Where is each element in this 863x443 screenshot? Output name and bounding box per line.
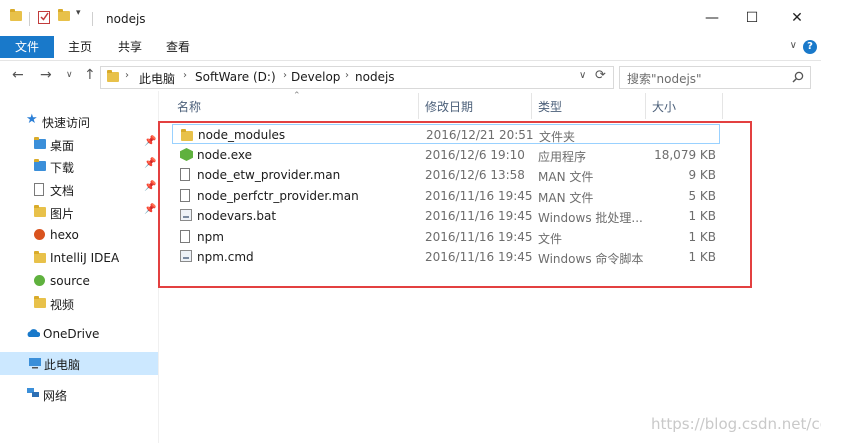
breadcrumb-separator[interactable]: › — [345, 70, 349, 81]
folder-icon — [10, 9, 22, 26]
column-divider[interactable] — [722, 93, 723, 119]
star-icon: ★ — [26, 112, 38, 127]
pin-icon[interactable]: 📌 — [144, 204, 156, 215]
folder-icon — [107, 70, 119, 85]
nav-this-pc[interactable]: 此电脑 — [0, 352, 158, 375]
nav-label: source — [50, 274, 90, 288]
red-highlight-box — [158, 121, 752, 288]
computer-icon — [28, 357, 42, 372]
breadcrumb-develop[interactable]: Develop — [291, 70, 340, 84]
tab-file[interactable]: 文件 — [0, 36, 54, 58]
nav-onedrive[interactable]: OneDrive — [0, 323, 158, 345]
breadcrumb-nodejs[interactable]: nodejs — [355, 70, 395, 84]
breadcrumb-drive[interactable]: SoftWare (D:) — [195, 70, 276, 84]
refresh-icon[interactable]: ⟳ — [595, 68, 606, 83]
customize-toolbar-icon[interactable]: ▾ — [76, 8, 81, 24]
address-bar[interactable]: › 此电脑 › SoftWare (D:) › Develop › nodejs… — [100, 66, 614, 89]
tab-view[interactable]: 查看 — [166, 36, 190, 58]
documents-folder-icon — [34, 183, 44, 199]
downloads-folder-icon — [34, 159, 46, 174]
nav-item-hexo[interactable]: hexo — [0, 224, 158, 246]
explorer-window: ▾ nodejs — ☐ ✕ 文件 主页 共享 查看 ∨ ? ← → ∨ ↑ ›… — [0, 0, 863, 443]
search-placeholder: 搜索"nodejs" — [627, 72, 702, 86]
divider — [29, 12, 30, 26]
recent-locations-button[interactable]: ∨ — [66, 70, 73, 80]
tab-share[interactable]: 共享 — [118, 36, 142, 58]
pin-icon[interactable]: 📌 — [144, 158, 156, 169]
maximize-button[interactable]: ☐ — [737, 7, 767, 29]
source-folder-icon — [34, 275, 45, 289]
nav-label: 网络 — [43, 389, 68, 403]
hexo-folder-icon — [34, 229, 45, 243]
nav-label: hexo — [50, 228, 79, 242]
nav-item-documents[interactable]: 文档 📌 — [0, 178, 158, 200]
column-header-size[interactable]: 大小 — [652, 98, 676, 114]
nav-label: 此电脑 — [44, 358, 81, 372]
column-divider[interactable] — [645, 93, 646, 119]
breadcrumb-separator[interactable]: › — [183, 70, 187, 81]
properties-icon[interactable] — [38, 10, 51, 26]
nav-item-desktop[interactable]: 桌面 📌 — [0, 133, 158, 155]
chevron-down-icon[interactable]: ∨ — [790, 40, 797, 51]
back-button[interactable]: ← — [12, 67, 24, 83]
network-icon — [26, 387, 40, 402]
nav-label: 图片 — [50, 207, 75, 221]
nav-label: OneDrive — [43, 327, 100, 341]
sort-ascending-icon: ⌃ — [293, 91, 301, 101]
nav-label: IntelliJ IDEA — [50, 251, 120, 265]
nav-label: 桌面 — [50, 139, 75, 153]
breadcrumb-separator[interactable]: › — [283, 70, 287, 81]
nav-item-intellij-idea[interactable]: IntelliJ IDEA — [0, 247, 158, 269]
up-button[interactable]: ↑ — [84, 67, 96, 83]
nav-network[interactable]: 网络 — [0, 383, 158, 405]
pictures-folder-icon — [34, 205, 46, 220]
background-margin — [821, 0, 863, 443]
divider — [92, 12, 93, 26]
nav-label: 视频 — [50, 298, 75, 312]
forward-button[interactable]: → — [40, 67, 52, 83]
column-header-date[interactable]: 修改日期 — [425, 98, 473, 114]
navigation-pane: ★ 快速访问 桌面 📌 下载 📌 文档 📌 图片 📌 hexo IntelliJ… — [0, 91, 158, 443]
tab-home[interactable]: 主页 — [68, 36, 92, 58]
minimize-button[interactable]: — — [697, 7, 727, 29]
breadcrumb-separator[interactable]: › — [125, 70, 129, 81]
address-history-dropdown[interactable]: ∨ — [579, 70, 586, 81]
column-header-name[interactable]: 名称 — [177, 98, 201, 114]
nav-item-downloads[interactable]: 下载 📌 — [0, 155, 158, 177]
desktop-folder-icon — [34, 137, 46, 152]
nav-label: 下载 — [50, 161, 75, 175]
close-button[interactable]: ✕ — [782, 7, 812, 29]
column-divider[interactable] — [531, 93, 532, 119]
nav-label: 快速访问 — [42, 116, 91, 130]
nav-item-pictures[interactable]: 图片 📌 — [0, 201, 158, 223]
title-bar: ▾ nodejs — ☐ ✕ — [0, 0, 821, 36]
help-icon[interactable]: ? — [803, 40, 817, 54]
folder-icon — [34, 251, 46, 266]
column-header-type[interactable]: 类型 — [538, 98, 562, 114]
nav-item-videos[interactable]: 视频 — [0, 292, 158, 314]
pin-icon[interactable]: 📌 — [144, 136, 156, 147]
breadcrumb-this-pc[interactable]: 此电脑 — [139, 70, 175, 87]
nav-label: 文档 — [50, 184, 75, 198]
column-divider[interactable] — [418, 93, 419, 119]
search-icon — [792, 71, 804, 83]
window-title: nodejs — [106, 12, 146, 26]
address-row: ← → ∨ ↑ › 此电脑 › SoftWare (D:) › Develop … — [0, 60, 821, 91]
nav-item-source[interactable]: source — [0, 270, 158, 292]
ribbon: 文件 主页 共享 查看 ∨ ? — [0, 36, 821, 58]
pin-icon[interactable]: 📌 — [144, 181, 156, 192]
cloud-icon — [26, 327, 41, 341]
nav-quick-access[interactable]: ★ 快速访问 — [0, 110, 158, 132]
new-folder-icon[interactable] — [58, 9, 70, 26]
folder-icon — [34, 296, 46, 311]
search-input[interactable]: 搜索"nodejs" — [619, 66, 811, 89]
